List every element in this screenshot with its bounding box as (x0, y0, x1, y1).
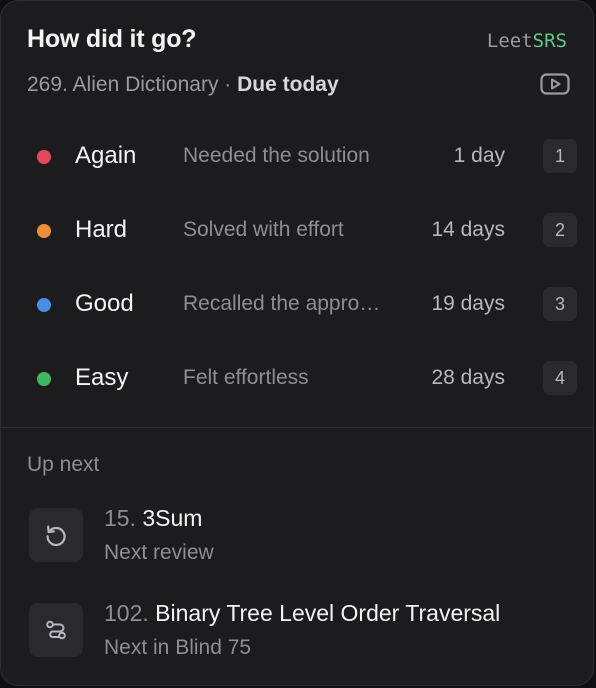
list-path-icon (46, 620, 66, 640)
rating-interval: 14 days (431, 218, 505, 241)
again-dot (37, 150, 51, 164)
rating-label: Hard (75, 216, 128, 243)
up-next-meta: Next review (104, 541, 214, 564)
hard-dot (37, 224, 51, 238)
shortcut-key: 2 (543, 213, 577, 247)
shortcut-key: 4 (543, 361, 577, 395)
problem-number: 102. (104, 600, 149, 626)
up-next-icon-box (29, 603, 83, 657)
rating-description: Recalled the appro… (183, 292, 381, 315)
rating-label: Good (75, 290, 134, 317)
review-cycle-icon (46, 525, 66, 547)
up-next-title: 102. Binary Tree Level Order Traversal (104, 600, 500, 627)
good-dot (37, 298, 51, 312)
rating-interval: 28 days (431, 366, 505, 389)
rating-interval: 19 days (431, 292, 505, 315)
rating-again-button[interactable]: Again Needed the solution 1 day 1 (17, 119, 577, 193)
rating-easy-button[interactable]: Easy Felt effortless 28 days 4 (17, 341, 577, 415)
up-next-item[interactable]: 15. 3Sum Next review (27, 505, 573, 575)
up-next-item[interactable]: 102. Binary Tree Level Order Traversal N… (27, 600, 573, 670)
card-header: How did it go? LeetSRS (27, 23, 567, 57)
rating-description: Solved with effort (183, 218, 344, 241)
due-status: Due today (237, 73, 339, 96)
brand-accent: SRS (532, 30, 567, 52)
review-card: How did it go? LeetSRS 269. Alien Dictio… (0, 0, 594, 686)
problem-label: 269. Alien Dictionary (27, 73, 219, 96)
rating-description: Needed the solution (183, 144, 370, 167)
rating-description: Felt effortless (183, 366, 309, 389)
play-video-icon (540, 73, 570, 95)
rating-interval: 1 day (453, 144, 505, 167)
rating-good-button[interactable]: Good Recalled the appro… 19 days 3 (17, 267, 577, 341)
brand-prefix: Leet (486, 30, 533, 52)
rating-hard-button[interactable]: Hard Solved with effort 14 days 2 (17, 193, 577, 267)
up-next-icon-box (29, 508, 83, 562)
rating-list: Again Needed the solution 1 day 1 Hard S… (17, 119, 577, 415)
rating-label: Again (75, 142, 137, 169)
easy-dot (37, 372, 51, 386)
rating-label: Easy (75, 364, 129, 391)
problem-info: 269. Alien Dictionary · Due today (27, 73, 339, 97)
up-next-heading: Up next (27, 453, 100, 476)
problem-name: 3Sum (142, 505, 203, 531)
up-next-meta: Next in Blind 75 (104, 636, 252, 659)
problem-name: Binary Tree Level Order Traversal (155, 600, 501, 626)
separator: · (224, 73, 232, 96)
divider (1, 427, 593, 428)
shortcut-key: 3 (543, 287, 577, 321)
shortcut-key: 1 (543, 139, 577, 173)
problem-number: 15. (104, 505, 136, 531)
up-next-title: 15. 3Sum (104, 505, 202, 532)
video-button[interactable] (539, 72, 571, 96)
card-title: How did it go? (27, 25, 197, 53)
brand-logo: LeetSRS (487, 30, 567, 52)
